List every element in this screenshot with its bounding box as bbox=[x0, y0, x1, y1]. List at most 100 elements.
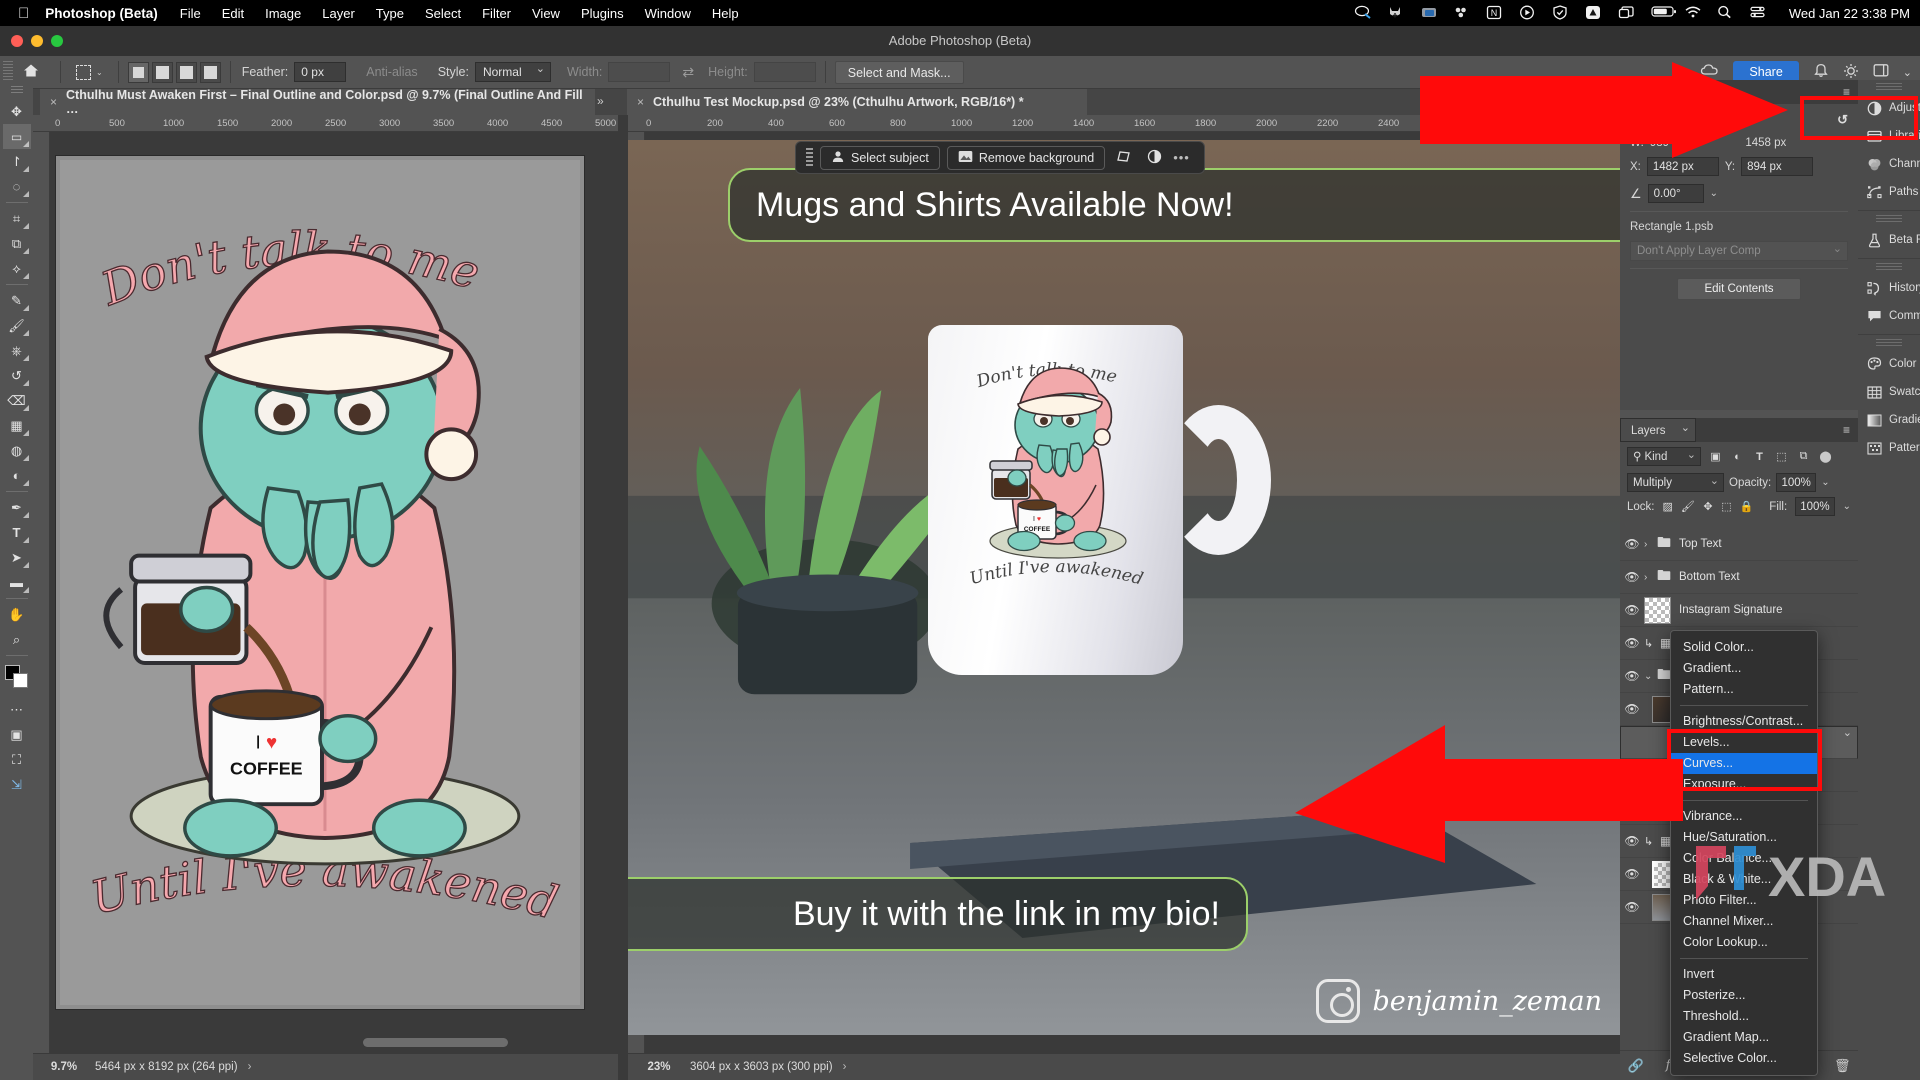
menu-plugins[interactable]: Plugins bbox=[581, 6, 624, 21]
more-options-icon[interactable]: ••• bbox=[1173, 150, 1190, 165]
notion-icon[interactable]: N bbox=[1486, 5, 1504, 21]
zoom-level[interactable]: 9.7% bbox=[33, 1061, 95, 1073]
x-input[interactable]: 1482 px bbox=[1646, 157, 1719, 176]
sidebar-item-channels[interactable]: Channels bbox=[1858, 150, 1920, 178]
shield-icon[interactable] bbox=[1552, 5, 1570, 21]
menu-filter[interactable]: Filter bbox=[482, 6, 511, 21]
screen-share-icon[interactable] bbox=[1420, 5, 1438, 21]
layer-visibility-toggle[interactable]: 👁 bbox=[1620, 669, 1644, 683]
menu-item-invert[interactable]: Invert bbox=[1671, 964, 1817, 985]
angle-input[interactable]: 0.00° bbox=[1647, 184, 1704, 203]
blend-mode-select[interactable]: Multiply bbox=[1627, 472, 1724, 492]
adjustment-layer-filter-icon[interactable]: ◐ bbox=[1730, 449, 1745, 464]
display-icon[interactable] bbox=[1618, 5, 1636, 21]
menu-layer[interactable]: Layer bbox=[322, 6, 355, 21]
layer-visibility-toggle[interactable]: 👁 bbox=[1620, 537, 1644, 551]
document-tab-cthulhu-outline[interactable]: × Cthulhu Must Awaken First – Final Outl… bbox=[40, 88, 595, 116]
lock-all-icon[interactable]: 🔒 bbox=[1740, 499, 1754, 514]
menu-select[interactable]: Select bbox=[425, 6, 461, 21]
layer-kind-filter[interactable]: ⚲ Kind bbox=[1627, 446, 1701, 466]
top-banner[interactable]: Mugs and Shirts Available Now! bbox=[728, 168, 1620, 242]
sidebar-item-gradients[interactable]: Gradients bbox=[1858, 406, 1920, 434]
layer-name[interactable]: Instagram Signature bbox=[1679, 604, 1783, 616]
rail-grip[interactable] bbox=[1876, 339, 1902, 348]
table-row[interactable]: 👁 › 🖿 Bottom Text bbox=[1620, 561, 1858, 594]
sidebar-item-swatches[interactable]: Swatches bbox=[1858, 378, 1920, 406]
history-brush-tool[interactable]: ↺ bbox=[3, 363, 31, 388]
tool-palette-grip[interactable] bbox=[10, 86, 23, 93]
brush-tool[interactable]: 🖌 bbox=[3, 313, 31, 338]
arq-icon[interactable] bbox=[1585, 5, 1603, 21]
opacity-input[interactable]: 100% bbox=[1776, 473, 1817, 492]
transform-icon[interactable] bbox=[1112, 149, 1136, 166]
menu-item-selective-color[interactable]: Selective Color... bbox=[1671, 1048, 1817, 1069]
new-selection-button[interactable] bbox=[127, 61, 149, 83]
menu-edit[interactable]: Edit bbox=[222, 6, 244, 21]
tab-properties[interactable]: Properties bbox=[1620, 78, 1696, 104]
canvas-mockup-artwork[interactable]: Don't talk to me Until I've awakened bbox=[628, 140, 1620, 1035]
object-selection-tool[interactable]: ◌ bbox=[3, 174, 31, 199]
bottom-banner[interactable]: Buy it with the link in my bio! bbox=[628, 877, 1248, 951]
edit-contents-button[interactable]: Edit Contents bbox=[1677, 278, 1801, 300]
select-subject-button[interactable]: Select subject bbox=[820, 145, 940, 170]
layer-visibility-toggle[interactable]: 👁 bbox=[1620, 900, 1644, 914]
lock-image-pixels-icon[interactable]: 🖌 bbox=[1681, 499, 1695, 514]
chevron-right-icon[interactable]: › bbox=[843, 1061, 847, 1073]
menu-item-pattern[interactable]: Pattern... bbox=[1671, 679, 1817, 700]
swap-dimensions-icon[interactable]: ⇄ bbox=[682, 64, 694, 81]
filter-toggle-icon[interactable]: ⬤ bbox=[1818, 449, 1833, 464]
feather-input[interactable]: 0 px bbox=[294, 62, 347, 82]
type-layer-filter-icon[interactable]: T bbox=[1752, 449, 1767, 464]
edit-toolbar-icon[interactable]: ⋯ bbox=[3, 697, 31, 722]
layer-visibility-toggle[interactable]: 👁 bbox=[1620, 702, 1644, 716]
home-icon[interactable] bbox=[23, 63, 39, 81]
menu-item-channel-mixer[interactable]: Channel Mixer... bbox=[1671, 911, 1817, 932]
layer-visibility-toggle[interactable]: 👁 bbox=[1620, 867, 1644, 881]
fill-input[interactable]: 100% bbox=[1795, 497, 1835, 516]
sidebar-item-history[interactable]: History bbox=[1858, 274, 1920, 302]
clone-stamp-tool[interactable]: ⎈ bbox=[3, 338, 31, 363]
menu-help[interactable]: Help bbox=[712, 6, 739, 21]
width-input[interactable] bbox=[608, 62, 671, 82]
active-tool-preset[interactable]: ⌄ bbox=[70, 63, 109, 82]
layer-visibility-toggle[interactable]: 👁 bbox=[1620, 768, 1666, 782]
document-tab-cthulhu-mockup[interactable]: × Cthulhu Test Mockup.psd @ 23% (Cthulhu… bbox=[627, 89, 1087, 115]
sidebar-item-beta-feedback[interactable]: Beta Feedb... bbox=[1858, 226, 1920, 254]
control-center-icon[interactable] bbox=[1750, 5, 1768, 21]
menu-image[interactable]: Image bbox=[265, 6, 301, 21]
cloud-sync-icon[interactable] bbox=[1354, 5, 1372, 21]
battery-icon[interactable] bbox=[1651, 5, 1676, 21]
intersect-selection-button[interactable] bbox=[199, 61, 221, 83]
drag-handle-icon[interactable] bbox=[806, 147, 813, 168]
pixel-layer-filter-icon[interactable]: ▣ bbox=[1708, 449, 1723, 464]
menu-item-vibrance[interactable]: Vibrance... bbox=[1671, 806, 1817, 827]
lock-artboard-icon[interactable]: ⬚ bbox=[1721, 499, 1731, 514]
more-tools-icon[interactable]: ⇲ bbox=[3, 772, 31, 797]
chevron-down-icon[interactable]: ⌄ bbox=[96, 68, 103, 77]
apple-icon[interactable]:  bbox=[18, 5, 29, 22]
chevron-down-icon[interactable]: ⌄ bbox=[1821, 477, 1829, 488]
rail-grip[interactable] bbox=[1876, 83, 1902, 92]
height-input[interactable] bbox=[753, 62, 816, 82]
type-tool[interactable]: T bbox=[3, 520, 31, 545]
play-icon[interactable] bbox=[1519, 5, 1537, 21]
shape-layer-filter-icon[interactable]: ⬚ bbox=[1774, 449, 1789, 464]
select-and-mask-button[interactable]: Select and Mask... bbox=[834, 60, 964, 84]
menu-item-color-lookup[interactable]: Color Lookup... bbox=[1671, 932, 1817, 953]
close-icon[interactable]: × bbox=[637, 95, 644, 109]
chevron-right-icon[interactable]: › bbox=[1644, 539, 1657, 550]
style-select[interactable]: Normal bbox=[474, 60, 551, 82]
layer-visibility-toggle[interactable]: 👁 bbox=[1620, 603, 1644, 617]
gradient-tool[interactable]: ▦ bbox=[3, 413, 31, 438]
zoom-tool[interactable]: ⌕ bbox=[3, 627, 31, 652]
layer-visibility-toggle[interactable]: 👁 bbox=[1620, 834, 1644, 848]
frame-tool[interactable]: ⧉ bbox=[3, 231, 31, 256]
sidebar-item-color[interactable]: Color bbox=[1858, 350, 1920, 378]
menu-item-solid-color[interactable]: Solid Color... bbox=[1671, 637, 1817, 658]
sidebar-item-paths[interactable]: Paths bbox=[1858, 178, 1920, 206]
horizontal-scrollbar[interactable] bbox=[363, 1038, 508, 1047]
screen-mode-icon[interactable]: ⛶ bbox=[3, 747, 31, 772]
smart-object-filter-icon[interactable]: ⧉ bbox=[1796, 449, 1811, 464]
chevron-down-icon[interactable]: ⌄ bbox=[1843, 501, 1851, 512]
lock-transparent-pixels-icon[interactable]: ▨ bbox=[1663, 499, 1673, 514]
